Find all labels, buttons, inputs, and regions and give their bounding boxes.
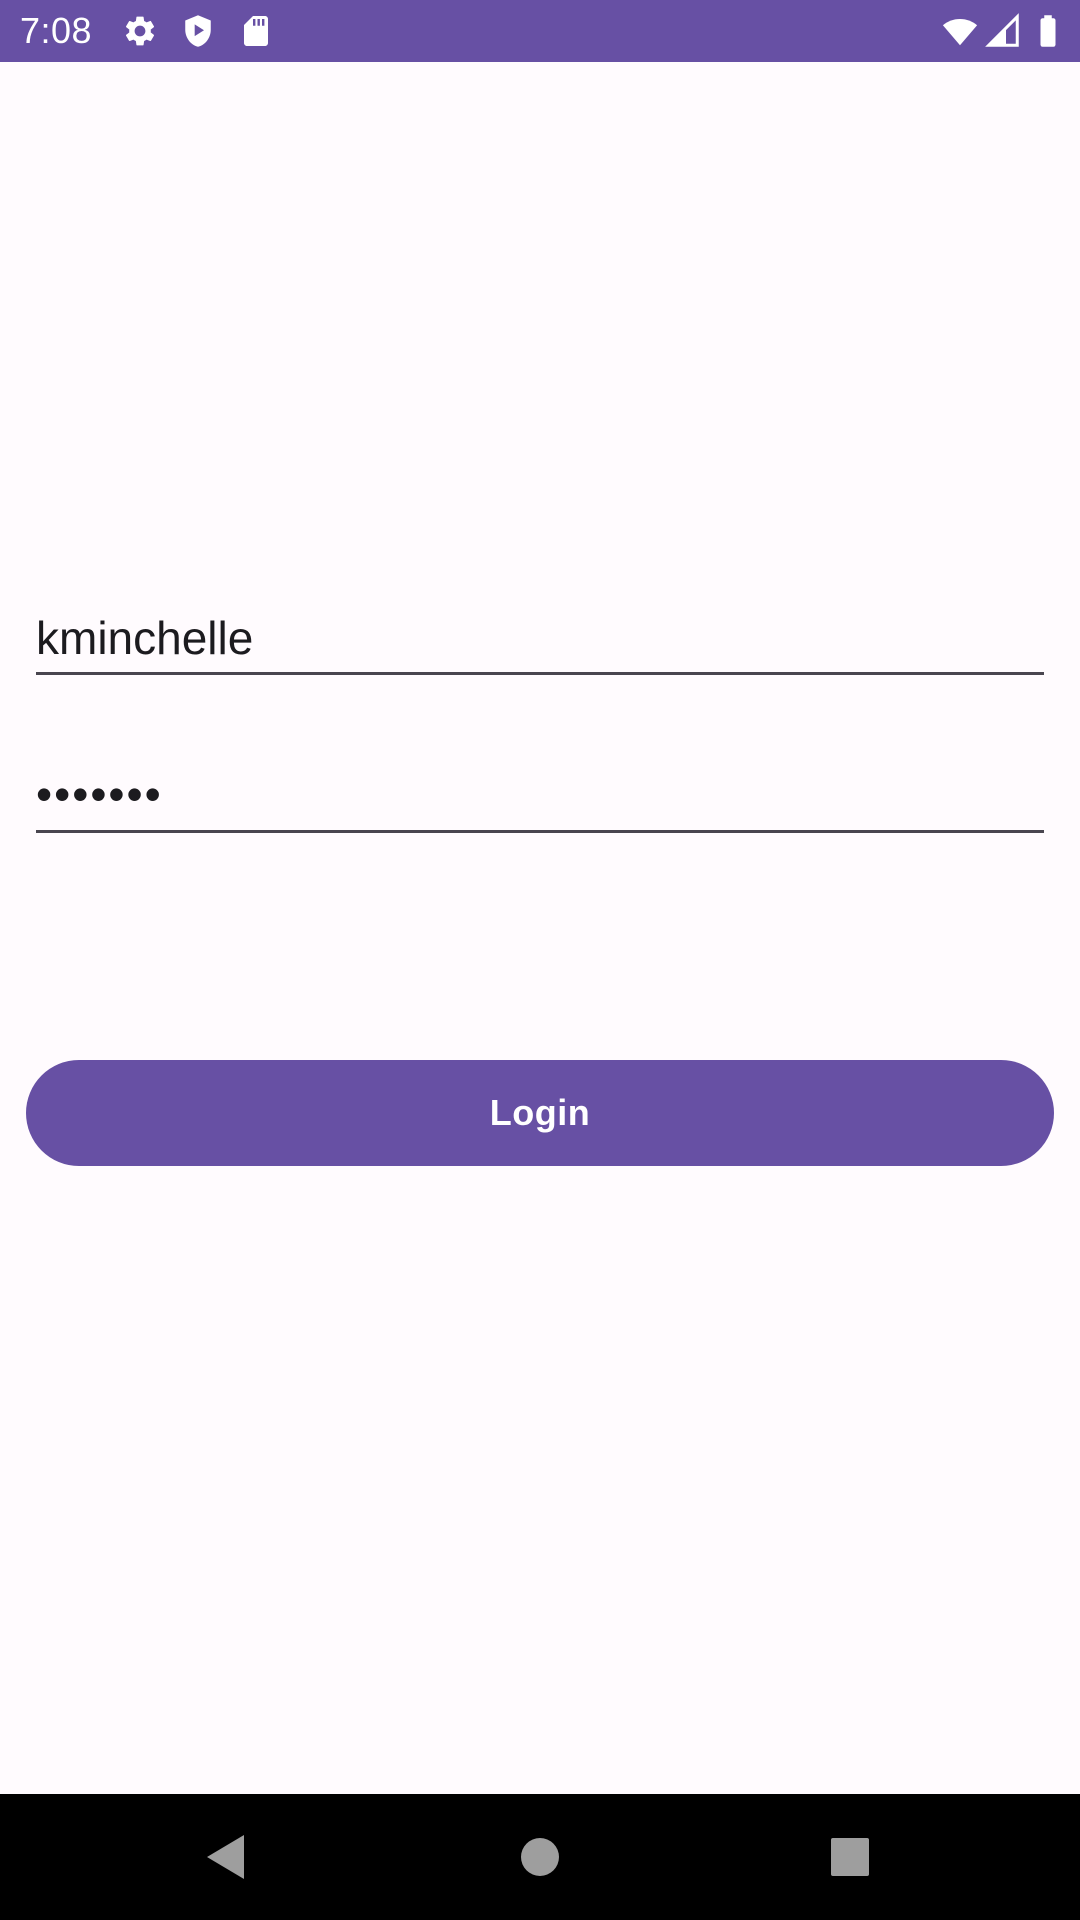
back-button[interactable] [146,1794,306,1920]
username-value: kminchelle [36,612,254,664]
password-value: ••••••• [36,768,163,820]
wifi-icon [942,19,978,46]
recents-icon [831,1838,869,1876]
password-underline [36,830,1044,833]
status-time: 7:08 [20,10,93,51]
back-icon [207,1835,244,1879]
password-input[interactable]: ••••••• [36,760,1044,836]
username-input[interactable]: kminchelle [36,600,1044,676]
gear-icon [125,16,155,46]
battery-icon [1040,15,1056,47]
status-bar: 7:08 [0,0,1080,62]
sd-card-icon [244,16,268,46]
home-icon [521,1838,559,1876]
recents-button[interactable] [770,1794,930,1920]
shield-play-icon [185,15,211,47]
cell-signal-icon [985,13,1019,47]
home-button[interactable] [460,1794,620,1920]
username-underline [36,672,1044,675]
login-button[interactable]: Login [26,1060,1054,1166]
navigation-bar [0,1794,1080,1920]
